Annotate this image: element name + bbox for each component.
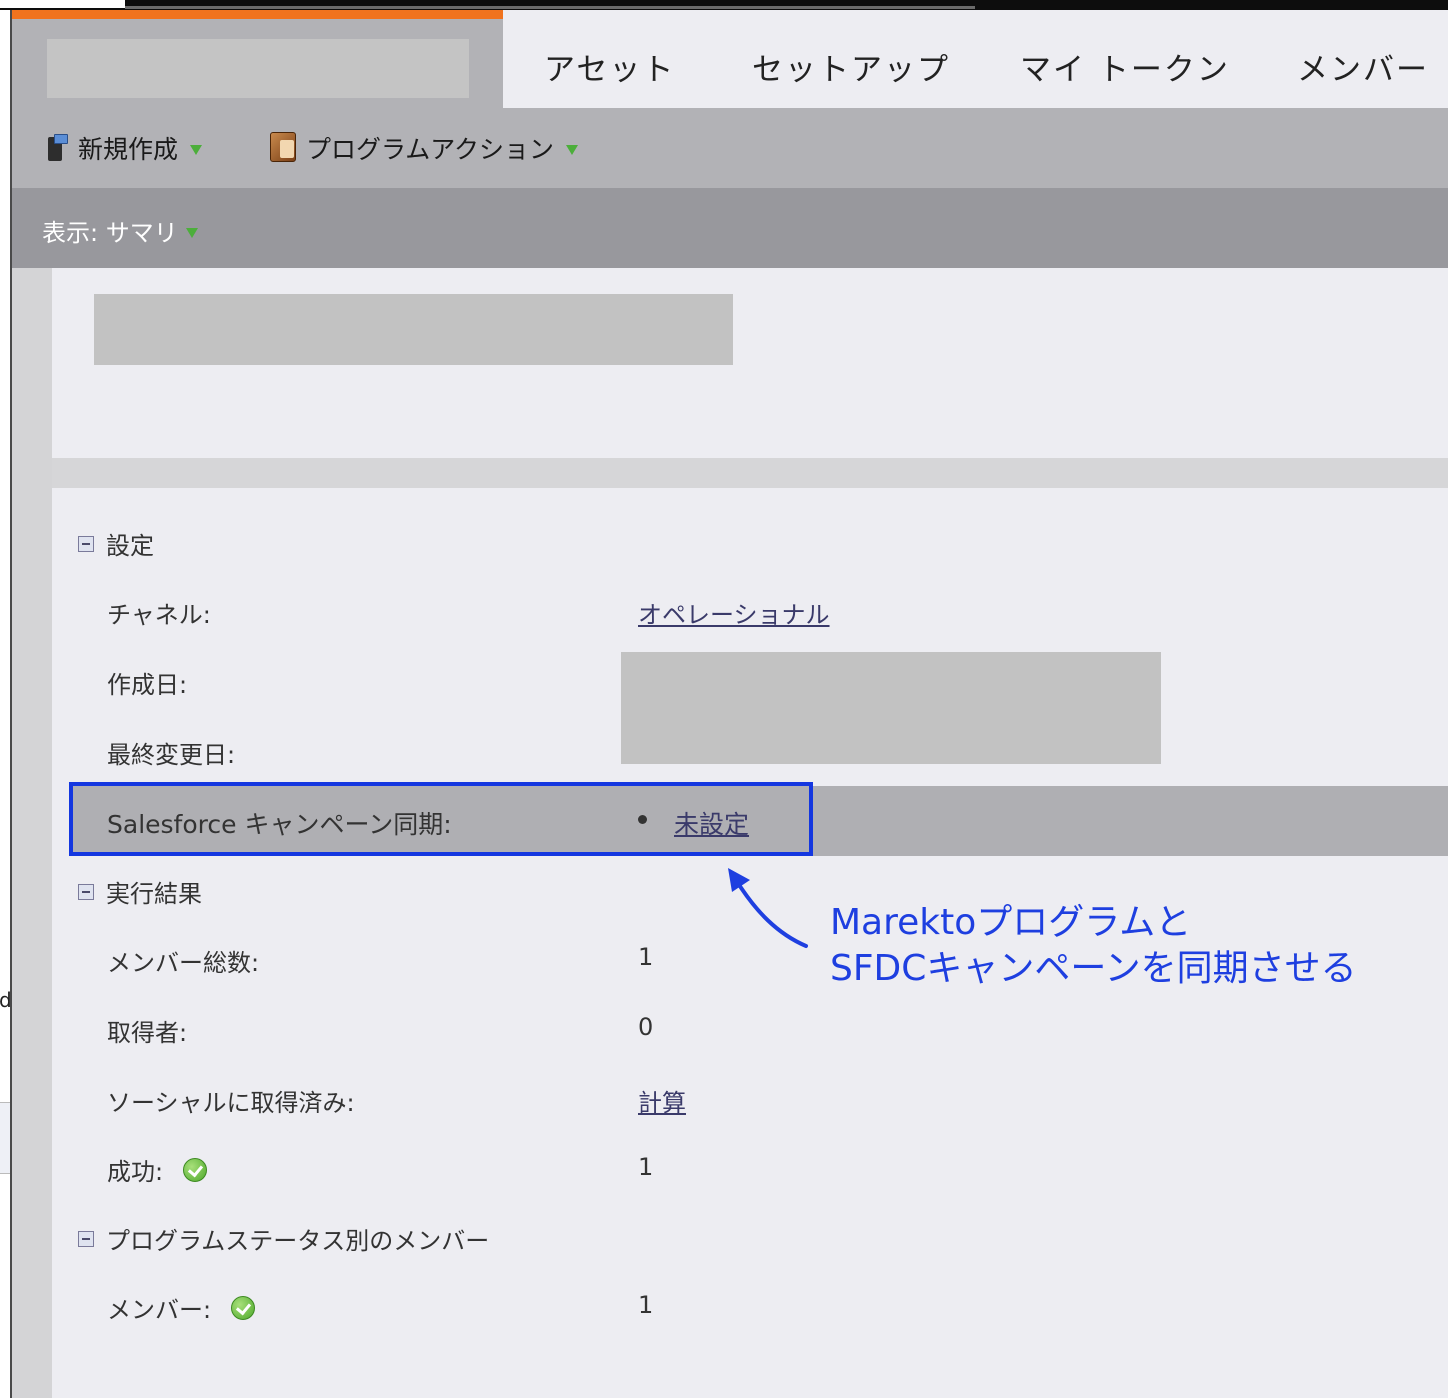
channel-label: チャネル: (107, 601, 211, 629)
window-top-strip (0, 0, 1448, 10)
success-label-row: 成功: (107, 1152, 208, 1187)
status-section-header[interactable]: プログラムステータス別のメンバー (78, 1221, 489, 1256)
settings-section-header[interactable]: 設定 (78, 526, 154, 561)
acquired-value: 0 (638, 1013, 654, 1041)
status-section-title: プログラムステータス別のメンバー (106, 1227, 490, 1255)
members-total-value: 1 (638, 943, 654, 971)
program-actions-button[interactable]: プログラムアクション (270, 130, 579, 166)
top-tabs: アセット セットアップ マイ トークン メンバー (503, 10, 1448, 108)
annotation-highlight-box (69, 782, 813, 856)
tab-members[interactable]: メンバー (1297, 44, 1429, 89)
tab-my-tokens[interactable]: マイ トークン (1020, 44, 1230, 89)
created-date-label: 作成日: (107, 671, 188, 699)
collapse-icon[interactable] (78, 535, 94, 552)
chevron-down-icon (566, 145, 579, 155)
settings-section-title: 設定 (106, 532, 154, 560)
new-button[interactable]: 新規作成 (48, 130, 203, 166)
active-accent-bar (12, 10, 503, 19)
calculate-link[interactable]: 計算 (638, 1089, 686, 1117)
members-total-label: メンバー総数: (107, 949, 260, 977)
toolbar: 新規作成 プログラムアクション (12, 108, 1448, 188)
collapse-icon[interactable] (78, 883, 94, 900)
success-value: 1 (638, 1153, 654, 1181)
new-document-icon (48, 134, 68, 162)
top-strip-white (0, 0, 125, 8)
program-box-icon (270, 132, 298, 164)
chevron-down-icon (190, 145, 203, 155)
results-section-title: 実行結果 (106, 880, 202, 908)
view-selector[interactable]: 表示: サマリ (42, 213, 198, 248)
member-status-value: 1 (638, 1291, 654, 1319)
results-section-header[interactable]: 実行結果 (78, 874, 202, 909)
member-status-label: メンバー: (107, 1296, 212, 1324)
collapse-icon[interactable] (78, 1230, 94, 1247)
header-left (12, 10, 503, 108)
view-bar: 表示: サマリ (12, 188, 1448, 268)
top-strip-line (125, 6, 975, 9)
annotation-line-2: SFDCキャンペーンを同期させる (830, 948, 1357, 989)
program-title-panel (52, 268, 1448, 458)
left-stub-box (0, 1102, 10, 1174)
annotation-line-1: Marektoプログラムと (830, 902, 1192, 943)
social-acquired-value: 計算 (638, 1083, 686, 1118)
success-label: 成功: (107, 1158, 164, 1186)
channel-value: オペレーショナル (638, 595, 830, 630)
content-gutter (12, 268, 52, 1398)
chevron-down-icon (185, 227, 198, 238)
left-frame: d (0, 10, 12, 1398)
redacted-program-title (94, 294, 733, 365)
channel-link[interactable]: オペレーショナル (638, 601, 830, 629)
annotation-arrow-icon (728, 868, 808, 948)
tab-setup[interactable]: セットアップ (752, 44, 950, 89)
new-button-label: 新規作成 (78, 135, 179, 164)
annotation-callout: Marektoプログラムと SFDCキャンペーンを同期させる (830, 900, 1357, 992)
success-check-icon (183, 1157, 208, 1182)
redacted-logo (47, 39, 469, 98)
program-actions-label: プログラムアクション (306, 135, 555, 164)
left-stub-text: d (0, 988, 12, 1012)
redacted-dates (621, 652, 1161, 764)
panel-separator (52, 458, 1448, 488)
member-check-icon (231, 1295, 256, 1320)
view-selector-label: 表示: サマリ (42, 219, 178, 247)
acquired-label: 取得者: (107, 1019, 188, 1047)
social-acquired-label: ソーシャルに取得済み: (107, 1089, 355, 1117)
tab-assets[interactable]: アセット (544, 44, 675, 89)
member-status-row: メンバー: (107, 1290, 256, 1325)
modified-date-label: 最終変更日: (107, 741, 236, 769)
